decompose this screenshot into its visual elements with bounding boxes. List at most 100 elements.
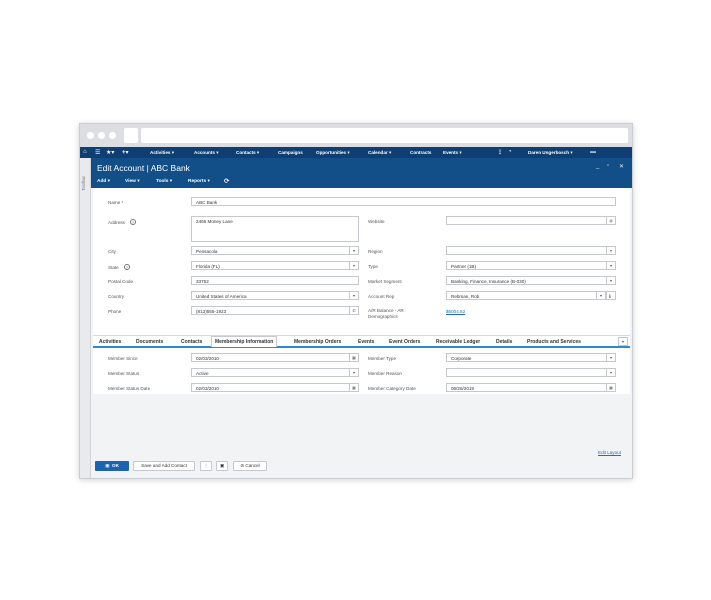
chevron-down-icon[interactable]: ▾ [606, 277, 615, 284]
tab-membership-orders[interactable]: Membership Orders [294, 339, 341, 345]
add-menu[interactable]: Add ▾ [97, 179, 110, 184]
tab-activities[interactable]: Activities [99, 339, 121, 345]
toolbar-label: Toolbar [81, 176, 86, 191]
address-label: Address? [108, 219, 136, 225]
info-icon[interactable]: ℹ [606, 291, 616, 300]
tab-membership-information[interactable]: Membership Information [211, 336, 278, 347]
more-vertical-icon[interactable]: ⋮ [497, 149, 503, 156]
nav-campaigns[interactable]: Campaigns [278, 150, 303, 155]
member-since-label: Member Since [108, 356, 138, 361]
tab-contacts[interactable]: Contacts [181, 339, 202, 345]
nav-calendar[interactable]: Calendar ▾ [368, 150, 391, 156]
phone-label: Phone [108, 309, 122, 314]
nav-contacts[interactable]: Contacts ▾ [236, 150, 259, 156]
state-select[interactable]: Florida (FL) ▾ [191, 261, 359, 270]
refresh-icon[interactable]: ⟳ [224, 177, 229, 185]
account-rep-label: Account Rep [368, 294, 395, 299]
chevron-down-icon[interactable]: ▾ [349, 262, 358, 269]
member-since-field[interactable]: 02/03/2010 ▦ [191, 353, 359, 362]
help-icon[interactable]: ? [129, 219, 136, 225]
name-label: Name * [108, 200, 124, 205]
member-status-date-label: Member Status Date [108, 386, 151, 391]
browser-chrome [80, 124, 632, 147]
website-label: Website [368, 219, 385, 224]
notifications-icon[interactable]: ◔ [508, 149, 512, 155]
city-field[interactable]: Pensacola ▾ [191, 246, 359, 255]
chevron-down-icon[interactable]: ▾ [596, 292, 605, 299]
country-select[interactable]: United States of America ▾ [191, 291, 359, 300]
market-segment-select[interactable]: Banking, Finance, Insurance (B-030) ▾ [446, 276, 616, 285]
tools-menu[interactable]: Tools ▾ [156, 179, 172, 184]
phone-field[interactable]: (813)555-1923 ✆ [191, 306, 359, 315]
ok-button[interactable]: ▣ OK [95, 461, 129, 471]
nav-contracts[interactable]: Contracts [410, 150, 431, 155]
star-icon[interactable]: ★▾ [106, 149, 114, 156]
address-bar[interactable] [141, 128, 628, 143]
nav-accounts[interactable]: Accounts ▾ [194, 150, 219, 156]
toolbar-sidebar[interactable]: Toolbar [80, 158, 91, 478]
tab-documents[interactable]: Documents [136, 339, 163, 345]
member-status-date-field[interactable]: 02/03/2010 ▦ [191, 383, 359, 392]
name-field[interactable]: ABC Bank [191, 197, 616, 206]
tab-events[interactable]: Events [358, 339, 374, 345]
brand-logo-icon: ▬ [590, 148, 596, 155]
calendar-icon[interactable]: ▦ [349, 354, 358, 361]
plus-icon[interactable]: +▾ [122, 149, 129, 156]
calendar-icon[interactable]: ▦ [606, 384, 615, 391]
chevron-down-icon[interactable]: ▾ [349, 369, 358, 376]
menu-icon[interactable]: ☰ [95, 149, 100, 156]
tab-products-and-services[interactable]: Products and Services [527, 339, 581, 345]
window-dot[interactable] [109, 132, 116, 139]
save-and-add-contact-button[interactable]: Save and Add Contact [133, 461, 195, 471]
close-icon[interactable]: ✕ [619, 163, 624, 170]
chevron-down-icon[interactable]: ▾ [349, 247, 358, 254]
member-category-date-label: Member Category Date [368, 386, 416, 391]
help-icon[interactable]: ? [123, 264, 130, 270]
type-select[interactable]: Partner (1B) ▾ [446, 261, 616, 270]
page-title: Edit Account | ABC Bank [97, 163, 190, 173]
website-field[interactable]: ◍ [446, 216, 616, 225]
postal-code-field[interactable]: 33752 [191, 276, 359, 285]
main-nav: ⌂ ☰ ★▾ +▾ Activities ▾ Accounts ▾ Contac… [80, 147, 632, 158]
tab-bar: Activities Documents Contacts Membership… [93, 335, 630, 348]
nav-events[interactable]: Events ▾ [443, 150, 462, 156]
nav-opportunities[interactable]: Opportunities ▾ [316, 150, 350, 156]
account-rep-select[interactable]: Rebman, Rob ▾ [446, 291, 606, 300]
user-menu[interactable]: Daren Ungerbosch ▾ [528, 150, 573, 156]
calendar-icon[interactable]: ▦ [349, 384, 358, 391]
phone-icon[interactable]: ✆ [349, 307, 358, 314]
browser-tab[interactable] [124, 128, 138, 143]
chevron-down-icon[interactable]: ▾ [349, 292, 358, 299]
save-icon[interactable]: ▣ [216, 461, 228, 471]
cancel-button[interactable]: ⊘ Cancel [233, 461, 267, 471]
window-dot[interactable] [98, 132, 105, 139]
tab-event-orders[interactable]: Event Orders [389, 339, 420, 345]
member-type-select[interactable]: Corporate ▾ [446, 353, 616, 362]
member-reason-label: Member Reason [368, 371, 402, 376]
chevron-down-icon[interactable]: ▾ [606, 354, 615, 361]
member-status-select[interactable]: Active ▾ [191, 368, 359, 377]
member-category-date-field[interactable]: 06/26/2019 ▦ [446, 383, 616, 392]
member-reason-select[interactable]: ▾ [446, 368, 616, 377]
view-menu[interactable]: View ▾ [125, 179, 140, 184]
home-icon[interactable]: ⌂ [83, 149, 87, 155]
market-segment-label: Market Segment [368, 279, 402, 284]
chevron-down-icon[interactable]: ▾ [618, 337, 628, 346]
maximize-icon[interactable]: ▫ [607, 163, 609, 169]
chevron-down-icon[interactable]: ▾ [606, 369, 615, 376]
tab-receivable-ledger[interactable]: Receivable Ledger [436, 339, 480, 345]
record-header: Edit Account | ABC Bank _ ▫ ✕ Add ▾ View… [91, 158, 632, 188]
ar-balance-link[interactable]: $6004.62 [446, 309, 465, 314]
address-field[interactable]: 2465 Money Lane [191, 216, 359, 242]
reports-menu[interactable]: Reports ▾ [188, 179, 210, 184]
globe-icon[interactable]: ◍ [606, 217, 615, 224]
region-label: Region [368, 249, 383, 254]
more-icon[interactable]: ⋮ [200, 461, 212, 471]
chevron-down-icon[interactable]: ▾ [606, 247, 615, 254]
region-select[interactable]: ▾ [446, 246, 616, 255]
window-dot[interactable] [87, 132, 94, 139]
nav-activities[interactable]: Activities ▾ [150, 150, 174, 156]
chevron-down-icon[interactable]: ▾ [606, 262, 615, 269]
minimize-icon[interactable]: _ [596, 163, 599, 169]
tab-details[interactable]: Details [496, 339, 512, 345]
